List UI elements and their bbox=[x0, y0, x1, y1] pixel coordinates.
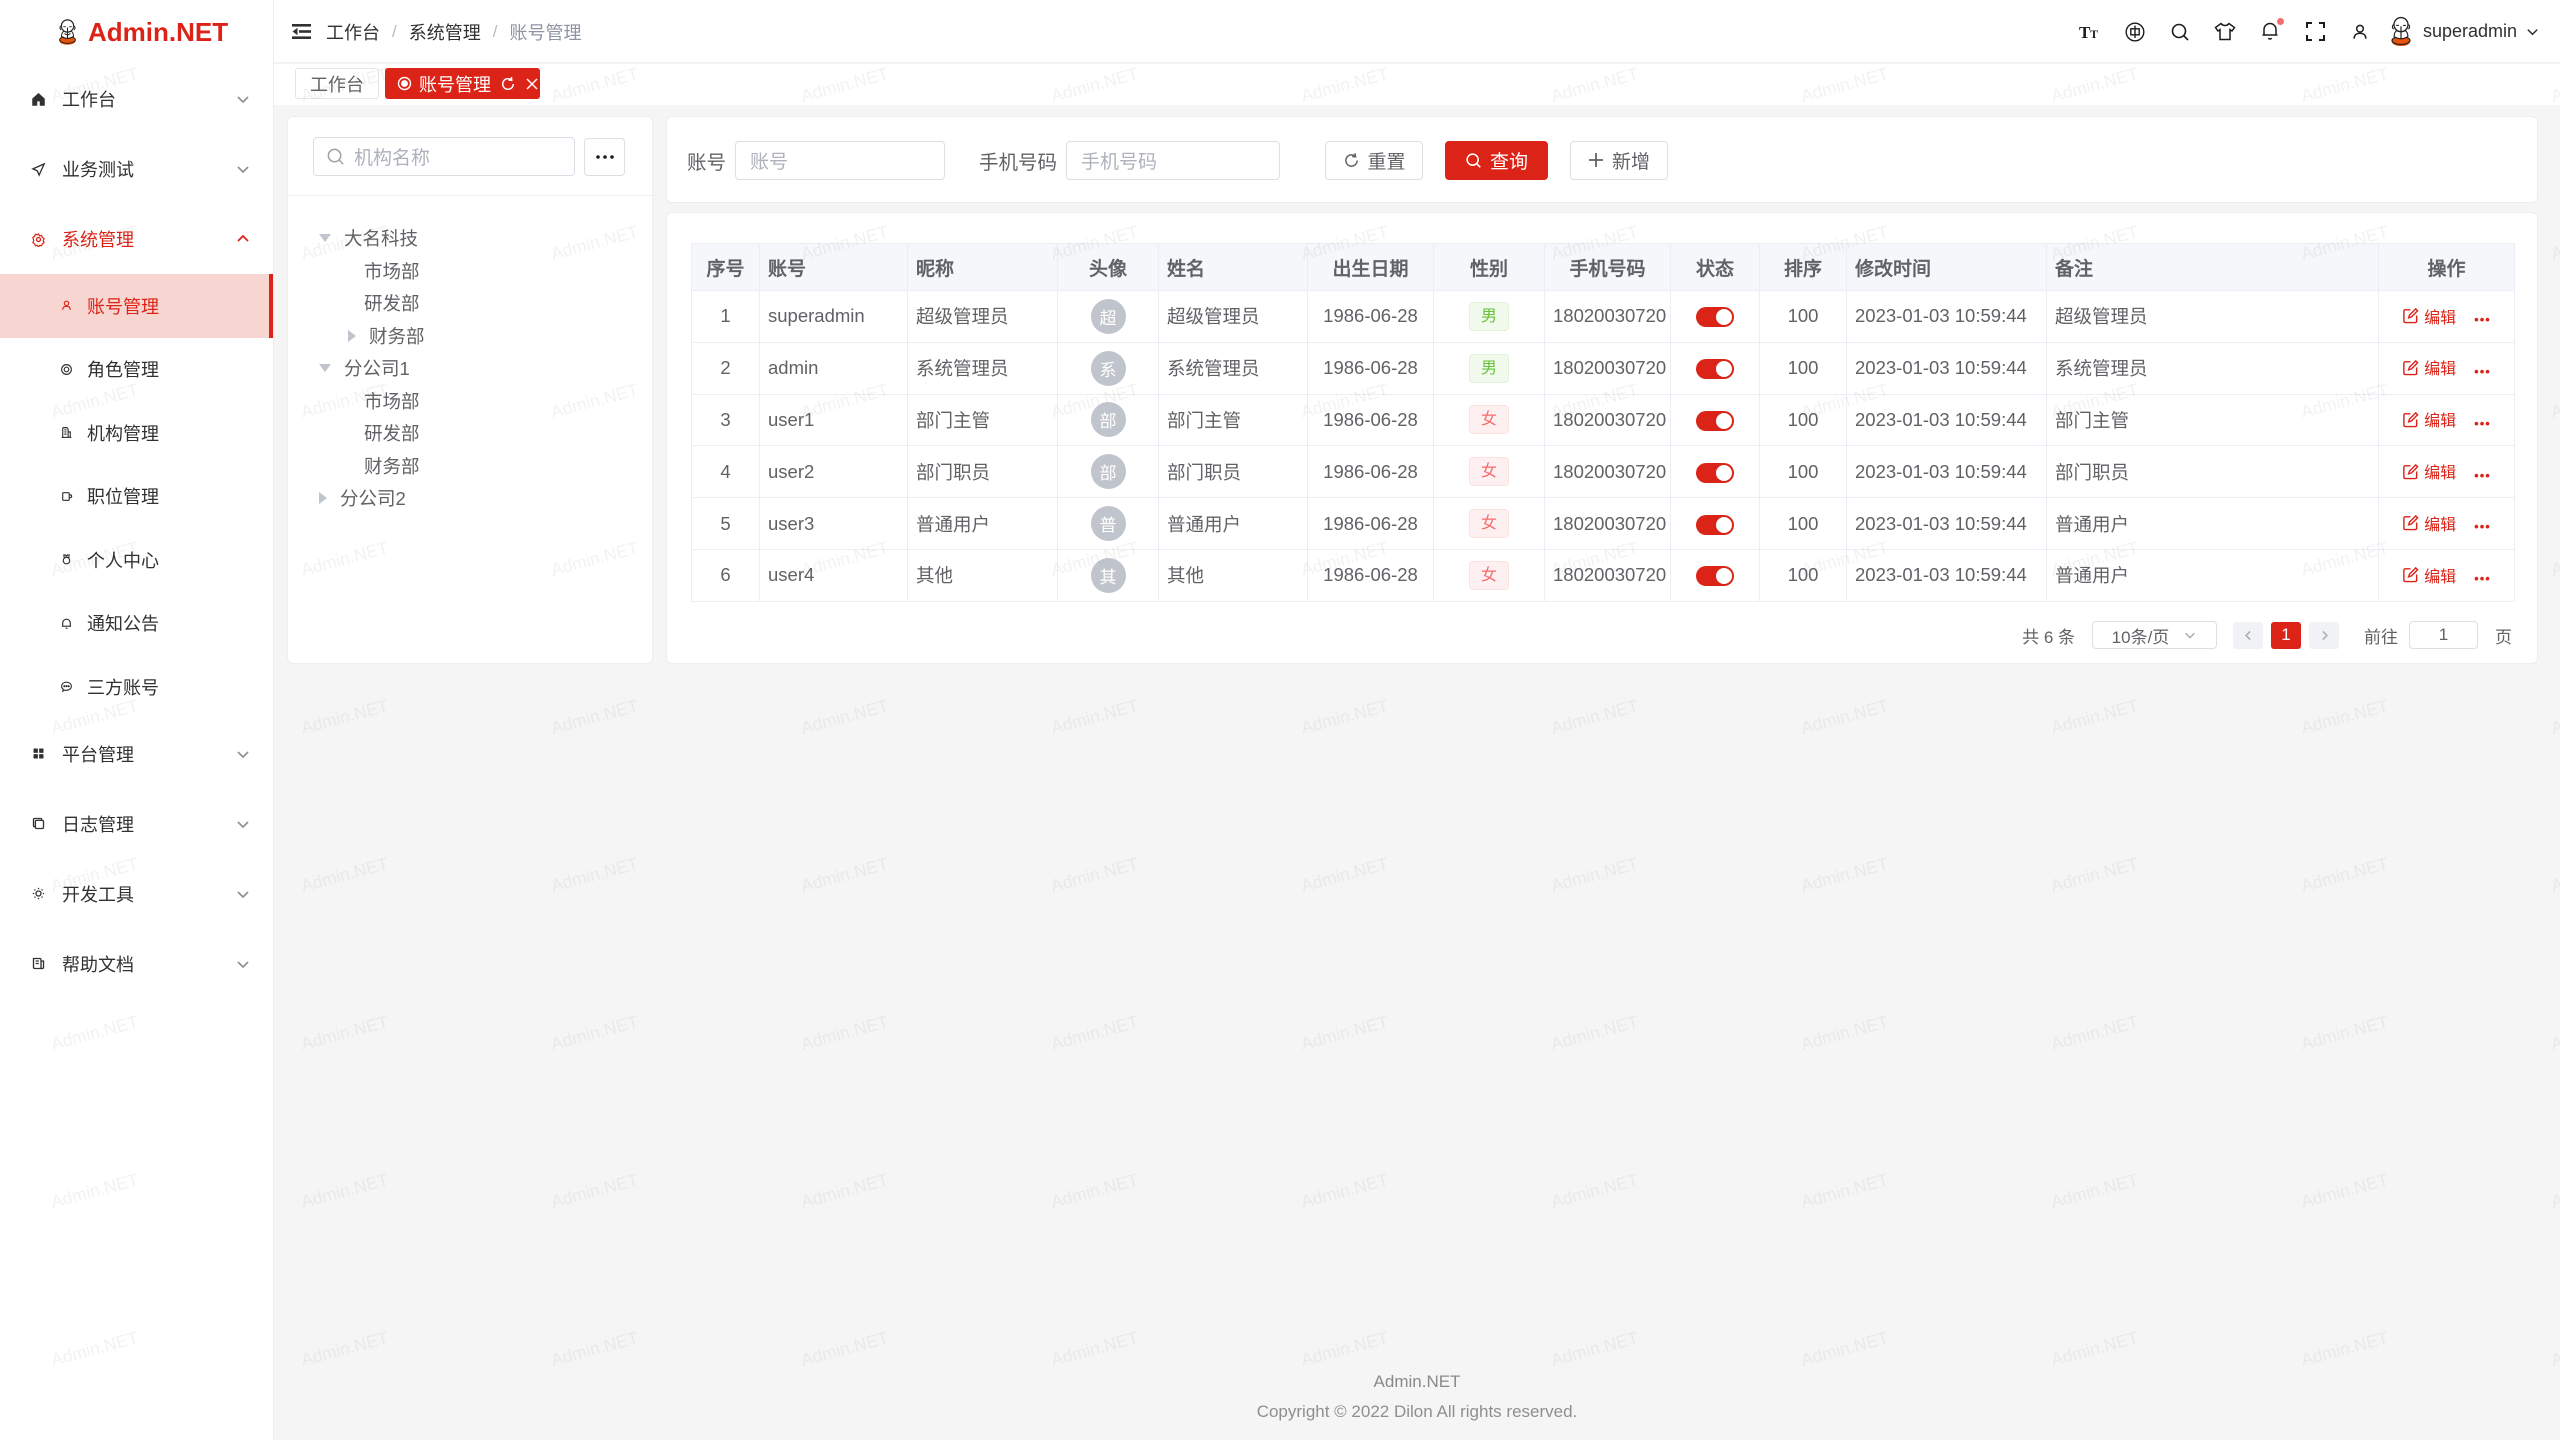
svg-text:T: T bbox=[2090, 27, 2098, 41]
